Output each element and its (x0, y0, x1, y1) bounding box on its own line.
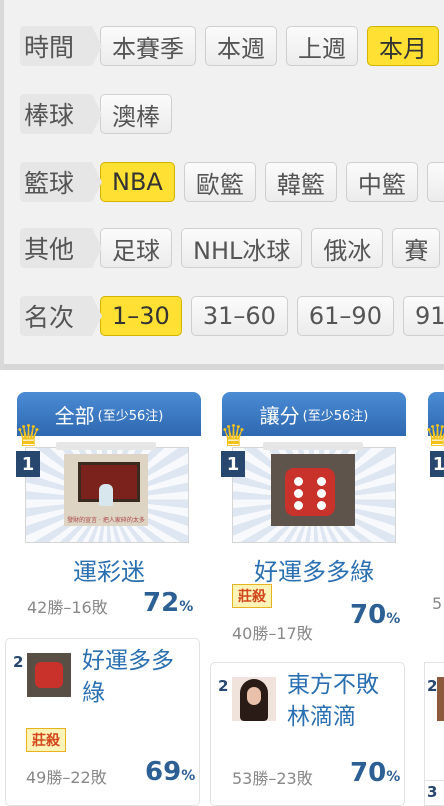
player-avatar[interactable] (437, 677, 444, 721)
basketball-option-china[interactable]: 中籃 (345, 162, 418, 202)
filter-panel: 時間 本賽季 本週 上週 本月 棒球 澳棒 籃球 NBA 歐籃 韓籃 中籃 其他… (0, 0, 444, 370)
filter-label-rank: 名次 (20, 296, 102, 336)
rank-option-61-90[interactable]: 61–90 (296, 296, 394, 336)
ranking-column-3-partial: ♛ 1 5 2 3 (424, 392, 444, 806)
top-player-card[interactable] (232, 442, 396, 543)
rank-badge-1: 1 (221, 451, 245, 477)
time-option-season[interactable]: 本賽季 (100, 26, 196, 66)
win-percentage: 70% (350, 600, 401, 630)
card-tab-decoration (56, 442, 156, 450)
second-player-card[interactable]: 2 東方不敗 林滴滴 53勝–23敗 70% (210, 662, 405, 806)
ranking-column-spread: 讓分 (至少56注) ♛ 1 好運多多綠 莊殺 40勝–17敗 70% 2 東方不… (210, 392, 406, 806)
top-player-name[interactable]: 好運多多綠 (222, 552, 406, 587)
rank-number-2: 2 (427, 677, 438, 695)
win-loss-record: 42勝–16敗 (27, 598, 108, 617)
filter-row-other: 其他 足球 NHL冰球 俄冰 賽 (4, 225, 444, 271)
rank-number-2: 2 (13, 653, 24, 671)
rank-number-2: 2 (218, 677, 229, 695)
filter-label-baseball: 棒球 (20, 94, 102, 134)
win-percentage: 69% (145, 757, 196, 787)
face-shape (247, 687, 261, 705)
player-name-line1[interactable]: 好運多多 (82, 645, 174, 677)
filter-label-other: 其他 (20, 228, 102, 268)
win-loss-record: 49勝–22敗 (26, 768, 107, 787)
time-option-last-week[interactable]: 上週 (286, 26, 358, 66)
crown-icon: ♛ (424, 419, 444, 454)
rank-option-1-30[interactable]: 1–30 (100, 296, 182, 336)
win-loss-record: 40勝–17敗 (232, 624, 313, 643)
dice-shape (285, 468, 335, 516)
column-subtitle: (至少56注) (97, 408, 164, 424)
player-avatar[interactable] (232, 677, 276, 721)
rank-badge-1: 1 (16, 451, 40, 477)
player-name-line2[interactable]: 綠 (82, 677, 105, 709)
filter-row-baseball: 棒球 澳棒 (4, 91, 181, 137)
other-option-nhl[interactable]: NHL冰球 (181, 228, 303, 268)
rank-number-3: 3 (427, 783, 438, 801)
player-photo[interactable]: 發財的宣言 · 把人家碎的太多 (64, 454, 148, 526)
player-avatar[interactable] (27, 653, 71, 697)
time-option-this-month[interactable]: 本月 (367, 26, 439, 66)
win-percentage: 72% (143, 588, 194, 618)
top-player-card[interactable]: 發財的宣言 · 把人家碎的太多 (25, 442, 189, 543)
top-player-name[interactable]: 運彩迷 (17, 552, 201, 587)
zhuangsha-badge: 莊殺 (232, 584, 272, 608)
filter-label-time: 時間 (20, 26, 102, 66)
basketball-option-more[interactable] (426, 162, 444, 202)
win-loss-record-partial: 5 (432, 594, 443, 613)
column-header-spread[interactable]: 讓分 (至少56注) (222, 392, 406, 436)
player-name-line1[interactable]: 東方不敗 (287, 669, 379, 701)
rank-option-31-60[interactable]: 31–60 (190, 296, 288, 336)
photo-caption: 發財的宣言 · 把人家碎的太多 (67, 517, 145, 524)
other-option-khl[interactable]: 俄冰 (311, 228, 384, 268)
filter-row-basketball: 籃球 NBA 歐籃 韓籃 中籃 (4, 159, 444, 205)
filter-row-rank: 名次 1–30 31–60 61–90 91– (4, 293, 444, 339)
ranking-column-all: 全部 (至少56注) ♛ 發財的宣言 · 把人家碎的太多 1 運彩迷 42勝–16… (5, 392, 201, 806)
zhuangsha-badge: 莊殺 (26, 728, 66, 752)
player-photo[interactable] (271, 454, 355, 526)
second-player-card[interactable]: 2 好運多多 綠 莊殺 49勝–22敗 69% (5, 638, 200, 806)
filter-label-basketball: 籃球 (20, 162, 102, 202)
dice-shape (35, 662, 63, 688)
time-option-this-week[interactable]: 本週 (205, 26, 277, 66)
win-loss-record: 53勝–23敗 (232, 769, 313, 788)
rank-badge-1: 1 (430, 451, 444, 477)
other-option-soccer[interactable]: 足球 (100, 228, 172, 268)
player-name-line2[interactable]: 林滴滴 (287, 701, 356, 733)
filter-row-time: 時間 本賽季 本週 上週 本月 (4, 23, 444, 69)
basketball-option-euro[interactable]: 歐籃 (183, 162, 256, 202)
baseball-option-abl[interactable]: 澳棒 (100, 94, 172, 134)
column-title: 讓分 (259, 403, 300, 428)
basketball-option-nba[interactable]: NBA (100, 162, 175, 202)
basketball-option-korea[interactable]: 韓籃 (264, 162, 337, 202)
third-player-card-partial[interactable]: 3 (424, 780, 444, 806)
win-percentage: 70% (350, 758, 401, 788)
card-tab-decoration (263, 442, 363, 450)
rank-option-91-plus[interactable]: 91– (402, 296, 444, 336)
other-option-racing[interactable]: 賽 (392, 228, 441, 268)
column-title: 全部 (54, 403, 95, 428)
column-header-all[interactable]: 全部 (至少56注) (17, 392, 201, 436)
column-subtitle: (至少56注) (302, 408, 369, 424)
photo-figure-shape (99, 484, 113, 506)
